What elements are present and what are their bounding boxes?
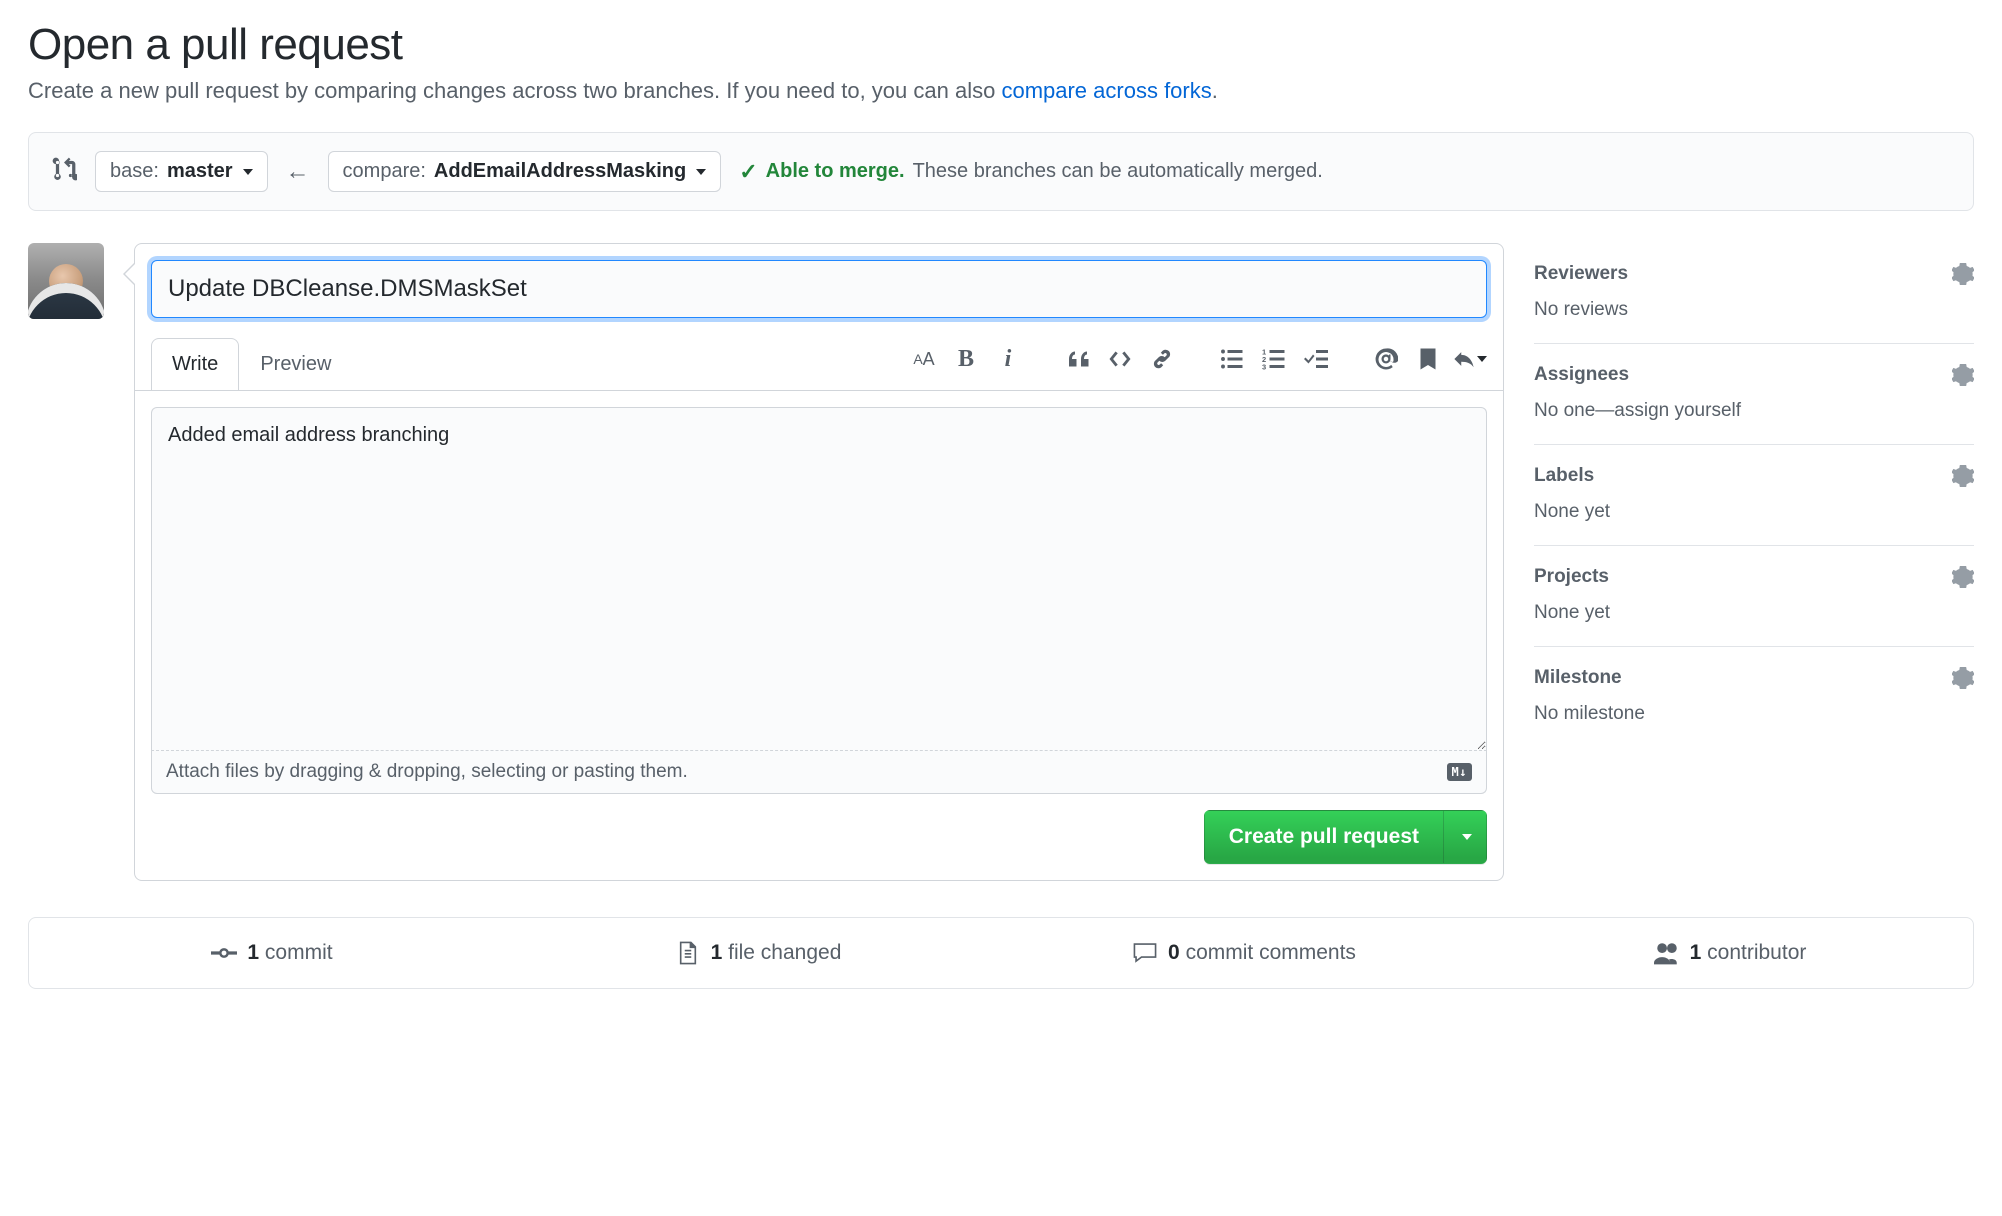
people-icon bbox=[1654, 940, 1680, 966]
speech-caret-icon bbox=[123, 262, 135, 286]
caret-down-icon bbox=[1462, 834, 1472, 840]
attach-hint-text: Attach files by dragging & dropping, sel… bbox=[166, 761, 688, 783]
sidebar-projects: Projects None yet bbox=[1534, 546, 1974, 647]
bold-button[interactable]: B bbox=[949, 342, 983, 376]
gear-icon[interactable] bbox=[1952, 263, 1974, 285]
sidebar-labels: Labels None yet bbox=[1534, 445, 1974, 546]
mention-button[interactable] bbox=[1369, 342, 1403, 376]
saved-reply-button[interactable] bbox=[1411, 342, 1445, 376]
base-branch-label: base: bbox=[110, 160, 159, 183]
stat-commits[interactable]: 1 commit bbox=[29, 918, 515, 988]
sidebar-projects-title: Projects bbox=[1534, 566, 1609, 588]
unordered-list-button[interactable] bbox=[1215, 342, 1249, 376]
create-pr-dropdown[interactable] bbox=[1443, 810, 1487, 864]
caret-down-icon bbox=[1477, 356, 1487, 362]
compare-branch-label: compare: bbox=[343, 160, 426, 183]
stat-contributors-count: 1 bbox=[1690, 941, 1702, 964]
gear-icon[interactable] bbox=[1952, 364, 1974, 386]
comment-icon bbox=[1132, 940, 1158, 966]
sidebar-milestone-value: No milestone bbox=[1534, 703, 1974, 725]
compare-branch-value: AddEmailAddressMasking bbox=[434, 160, 686, 183]
stat-files-label: file changed bbox=[728, 941, 841, 964]
page-subtitle: Create a new pull request by comparing c… bbox=[28, 78, 1974, 104]
check-icon: ✓ bbox=[739, 159, 757, 185]
create-pr-button[interactable]: Create pull request bbox=[1204, 810, 1443, 864]
commit-icon bbox=[211, 940, 237, 966]
stat-comments-label: commit comments bbox=[1186, 941, 1356, 964]
base-branch-value: master bbox=[167, 160, 233, 183]
sidebar-milestone: Milestone No milestone bbox=[1534, 647, 1974, 747]
pr-title-input[interactable] bbox=[151, 260, 1487, 318]
sidebar-assignees-title: Assignees bbox=[1534, 364, 1629, 386]
merge-status: ✓ Able to merge. These branches can be a… bbox=[739, 159, 1323, 185]
stat-comments[interactable]: 0 commit comments bbox=[1001, 918, 1487, 988]
sidebar-labels-title: Labels bbox=[1534, 465, 1594, 487]
quote-button[interactable] bbox=[1061, 342, 1095, 376]
avatar[interactable] bbox=[28, 243, 104, 319]
sidebar-milestone-title: Milestone bbox=[1534, 667, 1622, 689]
attach-hint-bar[interactable]: Attach files by dragging & dropping, sel… bbox=[151, 751, 1487, 794]
reply-button[interactable] bbox=[1453, 342, 1487, 376]
git-compare-icon bbox=[51, 156, 77, 188]
gear-icon[interactable] bbox=[1952, 667, 1974, 689]
sidebar: Reviewers No reviews Assignees No one—as… bbox=[1534, 243, 1974, 881]
tab-preview[interactable]: Preview bbox=[239, 338, 352, 390]
heading-button[interactable]: AA bbox=[907, 342, 941, 376]
markdown-badge-icon[interactable]: M↓ bbox=[1447, 763, 1472, 781]
ordered-list-button[interactable]: 123 bbox=[1257, 342, 1291, 376]
stat-contributors[interactable]: 1 contributor bbox=[1487, 918, 1973, 988]
stat-files[interactable]: 1 file changed bbox=[515, 918, 1001, 988]
caret-down-icon bbox=[243, 169, 253, 175]
caret-down-icon bbox=[696, 169, 706, 175]
merge-status-title: Able to merge. bbox=[766, 160, 905, 183]
sidebar-assignees: Assignees No one—assign yourself bbox=[1534, 344, 1974, 445]
sidebar-reviewers-title: Reviewers bbox=[1534, 263, 1628, 285]
link-button[interactable] bbox=[1145, 342, 1179, 376]
code-button[interactable] bbox=[1103, 342, 1137, 376]
tab-write[interactable]: Write bbox=[151, 338, 239, 390]
formatting-toolbar: AA B i bbox=[879, 334, 1487, 390]
pr-body-textarea[interactable] bbox=[151, 407, 1487, 751]
gear-icon[interactable] bbox=[1952, 566, 1974, 588]
page-title: Open a pull request bbox=[28, 20, 1974, 70]
stat-commits-count: 1 bbox=[247, 941, 259, 964]
stat-commits-label: commit bbox=[265, 941, 333, 964]
stat-comments-count: 0 bbox=[1168, 941, 1180, 964]
stat-contributors-label: contributor bbox=[1707, 941, 1806, 964]
stat-files-count: 1 bbox=[711, 941, 723, 964]
svg-text:3: 3 bbox=[1262, 363, 1266, 372]
editor-tabs: Write Preview bbox=[151, 336, 352, 388]
assignees-prefix: No one— bbox=[1534, 400, 1614, 421]
task-list-button[interactable] bbox=[1299, 342, 1333, 376]
base-branch-selector[interactable]: base: master bbox=[95, 151, 268, 192]
branch-compare-bar: base: master ← compare: AddEmailAddressM… bbox=[28, 132, 1974, 211]
gear-icon[interactable] bbox=[1952, 465, 1974, 487]
file-diff-icon bbox=[675, 940, 701, 966]
compare-forks-link[interactable]: compare across forks bbox=[1001, 78, 1211, 103]
create-pr-button-group: Create pull request bbox=[1204, 810, 1487, 864]
subtitle-suffix: . bbox=[1212, 78, 1218, 103]
arrow-left-icon: ← bbox=[286, 158, 310, 186]
pr-editor-panel: Write Preview AA B i bbox=[134, 243, 1504, 881]
sidebar-labels-value: None yet bbox=[1534, 501, 1974, 523]
compare-branch-selector[interactable]: compare: AddEmailAddressMasking bbox=[328, 151, 722, 192]
merge-status-detail: These branches can be automatically merg… bbox=[913, 160, 1323, 183]
subtitle-text: Create a new pull request by comparing c… bbox=[28, 78, 1001, 103]
sidebar-projects-value: None yet bbox=[1534, 602, 1974, 624]
assign-yourself-link[interactable]: assign yourself bbox=[1614, 400, 1741, 421]
sidebar-assignees-value: No one—assign yourself bbox=[1534, 400, 1974, 422]
italic-button[interactable]: i bbox=[991, 342, 1025, 376]
sidebar-reviewers-value: No reviews bbox=[1534, 299, 1974, 321]
stats-bar: 1 commit 1 file changed 0 commit comment… bbox=[28, 917, 1974, 989]
sidebar-reviewers: Reviewers No reviews bbox=[1534, 243, 1974, 344]
